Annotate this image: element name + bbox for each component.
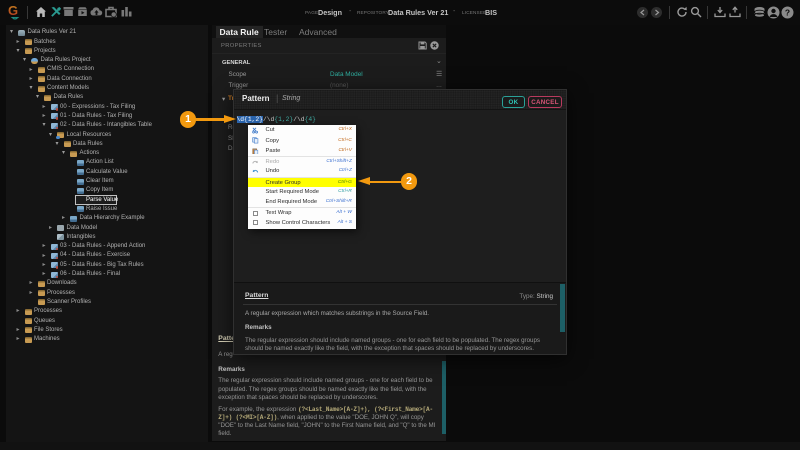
svg-text:?: ? (785, 7, 790, 17)
